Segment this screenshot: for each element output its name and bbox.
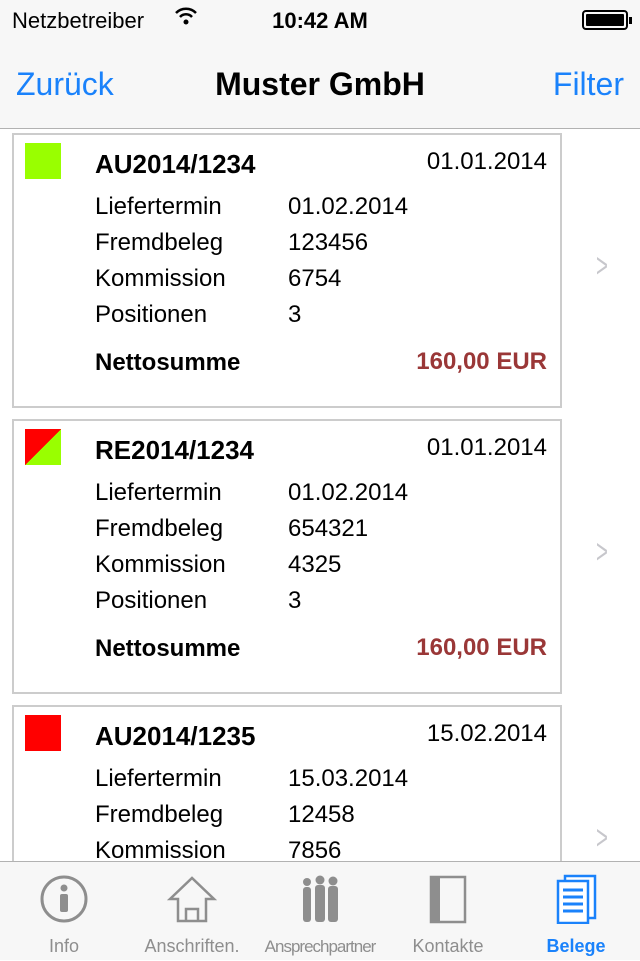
tab-label: Ansprechpartner — [264, 937, 377, 956]
status-indicator — [25, 715, 61, 751]
people-icon — [303, 875, 338, 922]
tab-label: Kontakte — [412, 936, 484, 956]
document-date: 01.01.2014 — [426, 434, 547, 461]
documents-icon — [556, 874, 597, 924]
label: Kommission — [95, 837, 226, 862]
document-card[interactable]: AU2014/1235 15.02.2014 Liefertermin 15.03… — [12, 705, 562, 862]
nettosumme-value: 160,00 EUR — [416, 634, 547, 661]
value: 12458 — [288, 801, 355, 828]
label: Positionen — [95, 301, 208, 328]
nettosumme-label: Nettosumme — [95, 635, 241, 662]
document-list[interactable]: AU2014/1234 01.01.2014 Liefertermin 01.02… — [0, 129, 640, 862]
value: 4325 — [288, 551, 342, 578]
document-number: AU2014/1235 — [95, 721, 256, 751]
tab-info[interactable]: Info — [0, 862, 128, 961]
navigation-bar: Zurück Muster GmbH Filter — [0, 40, 640, 129]
document-date: 15.02.2014 — [426, 720, 547, 747]
row-fremdbeleg: Fremdbeleg 654321 — [95, 515, 368, 543]
tab-label: Info — [48, 936, 80, 956]
document-number: AU2014/1234 — [95, 149, 256, 179]
row-liefertermin: Liefertermin 01.02.2014 — [95, 193, 408, 221]
label: Fremdbeleg — [95, 801, 224, 828]
tab-label: Anschriften. — [144, 936, 240, 956]
row-positionen: Positionen 3 — [95, 301, 301, 329]
chevron-right-icon[interactable]: > — [596, 533, 608, 572]
filter-button[interactable]: Filter — [553, 66, 624, 103]
value: 3 — [288, 301, 302, 328]
book-icon — [429, 875, 467, 924]
document-number: RE2014/1234 — [95, 435, 255, 465]
label: Fremdbeleg — [95, 515, 224, 542]
chevron-right-icon[interactable]: > — [596, 819, 608, 858]
row-liefertermin: Liefertermin 01.02.2014 — [95, 479, 408, 507]
house-icon — [167, 876, 217, 923]
document-card[interactable]: RE2014/1234 01.01.2014 Liefertermin 01.02… — [12, 419, 562, 694]
status-indicator — [25, 429, 61, 465]
battery-icon — [582, 10, 632, 30]
tab-anschriften[interactable]: Anschriften. — [128, 862, 256, 961]
info-icon — [40, 875, 88, 923]
row-positionen: Positionen 3 — [95, 587, 301, 615]
clock: 10:42 AM — [272, 8, 368, 33]
document-date: 01.01.2014 — [426, 148, 547, 175]
tab-bar: Info Anschriften. Ansprechpartner Kontak… — [0, 861, 640, 960]
label: Fremdbeleg — [95, 229, 224, 256]
value: 01.02.2014 — [288, 479, 409, 506]
row-kommission: Kommission 7856 — [95, 837, 341, 862]
label: Liefertermin — [95, 479, 222, 506]
row-liefertermin: Liefertermin 15.03.2014 — [95, 765, 408, 793]
tab-kontakte[interactable]: Kontakte — [384, 862, 512, 961]
label: Positionen — [95, 587, 208, 614]
value: 7856 — [288, 837, 342, 862]
row-fremdbeleg: Fremdbeleg 123456 — [95, 229, 368, 257]
nettosumme-value: 160,00 EUR — [416, 348, 547, 375]
value: 3 — [288, 587, 302, 614]
nettosumme-label: Nettosumme — [95, 349, 241, 376]
label: Liefertermin — [95, 193, 222, 220]
row-kommission: Kommission 6754 — [95, 265, 341, 293]
chevron-right-icon[interactable]: > — [596, 247, 608, 286]
tab-label: Belege — [546, 936, 606, 956]
label: Kommission — [95, 265, 226, 292]
row-kommission: Kommission 4325 — [95, 551, 341, 579]
page-title: Muster GmbH — [215, 66, 425, 102]
label: Liefertermin — [95, 765, 222, 792]
status-indicator — [25, 143, 61, 179]
label: Kommission — [95, 551, 226, 578]
row-fremdbeleg: Fremdbeleg 12458 — [95, 801, 355, 829]
value: 654321 — [288, 515, 369, 542]
value: 123456 — [288, 229, 369, 256]
status-bar: Netzbetreiber 10:42 AM — [0, 0, 640, 40]
value: 6754 — [288, 265, 342, 292]
tab-ansprechpartner[interactable]: Ansprechpartner — [256, 862, 384, 961]
value: 01.02.2014 — [288, 193, 409, 220]
value: 15.03.2014 — [288, 765, 409, 792]
document-card[interactable]: AU2014/1234 01.01.2014 Liefertermin 01.02… — [12, 133, 562, 408]
tab-belege[interactable]: Belege — [512, 862, 640, 961]
